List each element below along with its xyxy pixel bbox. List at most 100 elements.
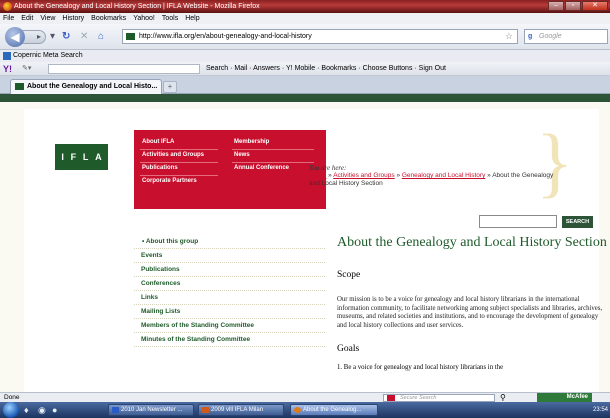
logo-letter: I <box>61 152 64 162</box>
bookmark-copernic[interactable]: Copernic Meta Search <box>13 52 83 59</box>
sidebar-item-publications[interactable]: Publications <box>134 263 325 277</box>
magnifier-icon[interactable]: ⚲ <box>500 393 506 402</box>
bookmarks-toolbar: Copernic Meta Search <box>0 50 610 62</box>
breadcrumb-separator: » <box>394 172 402 179</box>
sidebar-item-conferences[interactable]: Conferences <box>134 277 325 291</box>
site-search-input[interactable] <box>479 215 557 228</box>
quick-launch-icon[interactable]: ◉ <box>38 405 46 415</box>
menu-file[interactable]: File <box>3 13 14 24</box>
address-bar[interactable]: http://www.ifla.org/en/about-genealogy-a… <box>122 29 518 44</box>
secure-search-placeholder: Secure Search <box>400 395 437 401</box>
word-icon <box>112 407 119 413</box>
search-bar[interactable]: g Google <box>524 29 608 44</box>
yahoo-toolbar-items[interactable]: Search · Mail · Answers · Y! Mobile · Bo… <box>206 62 446 76</box>
breadcrumb: You are here: Home » Activities and Grou… <box>309 164 564 188</box>
menu-divider <box>232 162 314 163</box>
page-content: I F L A About IFLA Activities and Groups… <box>24 109 607 392</box>
sidebar-item-about[interactable]: • About this group <box>134 235 325 249</box>
tab-strip: About the Genealogy and Local Histo... + <box>0 76 610 94</box>
maximize-button[interactable]: ▫ <box>565 1 581 11</box>
taskbar-item[interactable]: 2010 Jan Newsletter ... <box>108 404 194 416</box>
menu-view[interactable]: View <box>40 13 55 24</box>
tab-label: About the Genealogy and Local Histo... <box>27 83 158 90</box>
quick-launch-icon[interactable]: ♦ <box>24 405 29 415</box>
tab-active[interactable]: About the Genealogy and Local Histo... <box>10 79 162 94</box>
page-title: About the Genealogy and Local History Se… <box>337 235 607 250</box>
sidebar-item-members[interactable]: Members of the Standing Committee <box>134 319 325 333</box>
site-favicon-icon <box>126 33 135 40</box>
forward-button[interactable]: ▸ <box>22 30 46 44</box>
search-placeholder: Google <box>539 33 562 40</box>
pencil-icon[interactable]: ✎▾ <box>22 62 31 76</box>
menu-edit[interactable]: Edit <box>21 13 33 24</box>
menu-help[interactable]: Help <box>185 13 199 24</box>
menu-publications[interactable]: Publications <box>142 165 178 171</box>
secure-search-input[interactable]: Secure Search <box>383 394 495 402</box>
yahoo-search-input[interactable] <box>48 64 200 74</box>
breadcrumb-genealogy[interactable]: Genealogy and Local History <box>402 172 485 179</box>
mcafee-badge[interactable]: McAfee <box>537 393 592 402</box>
goal-item: 1. Be a voice for genealogy and local hi… <box>337 363 504 371</box>
page-viewport: I F L A About IFLA Activities and Groups… <box>0 94 610 392</box>
sidebar-item-links[interactable]: Links <box>134 291 325 305</box>
menu-corporate-partners[interactable]: Corporate Partners <box>142 178 197 184</box>
history-dropdown-icon[interactable]: ▾ <box>50 31 55 43</box>
back-button[interactable]: ◀ <box>5 27 25 47</box>
window-controls: – ▫ ✕ <box>548 1 608 11</box>
menu-yahoo[interactable]: Yahoo! <box>133 13 155 24</box>
sidebar-item-minutes[interactable]: Minutes of the Standing Committee <box>134 333 325 347</box>
sidebar-item-mailing-lists[interactable]: Mailing Lists <box>134 305 325 319</box>
menu-news[interactable]: News <box>234 152 250 158</box>
window-title: About the Genealogy and Local History Se… <box>14 3 260 10</box>
minimize-button[interactable]: – <box>548 1 564 11</box>
menu-history[interactable]: History <box>62 13 84 24</box>
close-button[interactable]: ✕ <box>582 1 608 11</box>
quick-launch-icon[interactable]: ● <box>52 405 57 415</box>
goals-heading: Goals <box>337 343 360 354</box>
taskbar-item-label: 2009 vlll IFLA Milan <box>211 407 264 413</box>
status-text: Done <box>4 394 20 401</box>
taskbar-item-active[interactable]: About the Genealog... <box>290 404 378 416</box>
reload-icon[interactable]: ↻ <box>62 31 70 43</box>
menu-about-ifla[interactable]: About IFLA <box>142 139 174 145</box>
menu-divider <box>140 149 218 150</box>
new-tab-button[interactable]: + <box>163 81 177 93</box>
status-bar: Done Secure Search ⚲ McAfee <box>0 392 610 402</box>
ifla-logo[interactable]: I F L A <box>55 144 108 170</box>
menu-tools[interactable]: Tools <box>162 13 178 24</box>
firefox-icon <box>3 2 12 11</box>
taskbar-item-label: 2010 Jan Newsletter ... <box>121 407 183 413</box>
home-icon[interactable]: ⌂ <box>98 31 104 43</box>
taskbar-item[interactable]: 2009 vlll IFLA Milan <box>198 404 284 416</box>
menu-annual-conference[interactable]: Annual Conference <box>234 165 289 171</box>
menu-divider <box>140 175 218 176</box>
navigation-toolbar: ▸ ◀ ▾ ↻ ✕ ⌂ http://www.ifla.org/en/about… <box>0 24 610 50</box>
breadcrumb-home[interactable]: Home <box>309 172 326 179</box>
decorative-brace: } <box>536 118 574 205</box>
os-taskbar: ♦ ◉ ● 2010 Jan Newsletter ... 2009 vlll … <box>0 402 610 418</box>
url-text: http://www.ifla.org/en/about-genealogy-a… <box>139 33 312 40</box>
start-button[interactable] <box>3 402 19 418</box>
stop-icon[interactable]: ✕ <box>80 31 88 43</box>
logo-letter: A <box>95 152 102 162</box>
bookmark-star-icon[interactable]: ☆ <box>505 30 513 43</box>
menu-divider <box>232 149 314 150</box>
google-icon[interactable]: g <box>528 30 532 43</box>
menu-membership[interactable]: Membership <box>234 139 269 145</box>
firefox-icon <box>294 407 301 413</box>
menu-bookmarks[interactable]: Bookmarks <box>91 13 126 24</box>
logo-letter: L <box>82 152 89 162</box>
main-article: About the Genealogy and Local History Se… <box>337 235 607 371</box>
menu-bar: File Edit View History Bookmarks Yahoo! … <box>0 13 610 24</box>
tab-favicon-icon <box>15 83 24 90</box>
clock[interactable]: 23:54 <box>593 407 608 413</box>
site-search-button[interactable]: SEARCH <box>562 216 593 228</box>
yahoo-logo-icon[interactable]: Y! <box>3 62 12 76</box>
breadcrumb-label: You are here: <box>309 164 347 172</box>
sidebar-item-events[interactable]: Events <box>134 249 325 263</box>
powerpoint-icon <box>202 407 209 413</box>
yahoo-toolbar: Y! ✎▾ Search · Mail · Answers · Y! Mobil… <box>0 62 610 76</box>
menu-activities-groups[interactable]: Activities and Groups <box>142 152 204 158</box>
secure-search-icon <box>387 395 395 401</box>
breadcrumb-activities[interactable]: Activities and Groups <box>333 172 394 179</box>
